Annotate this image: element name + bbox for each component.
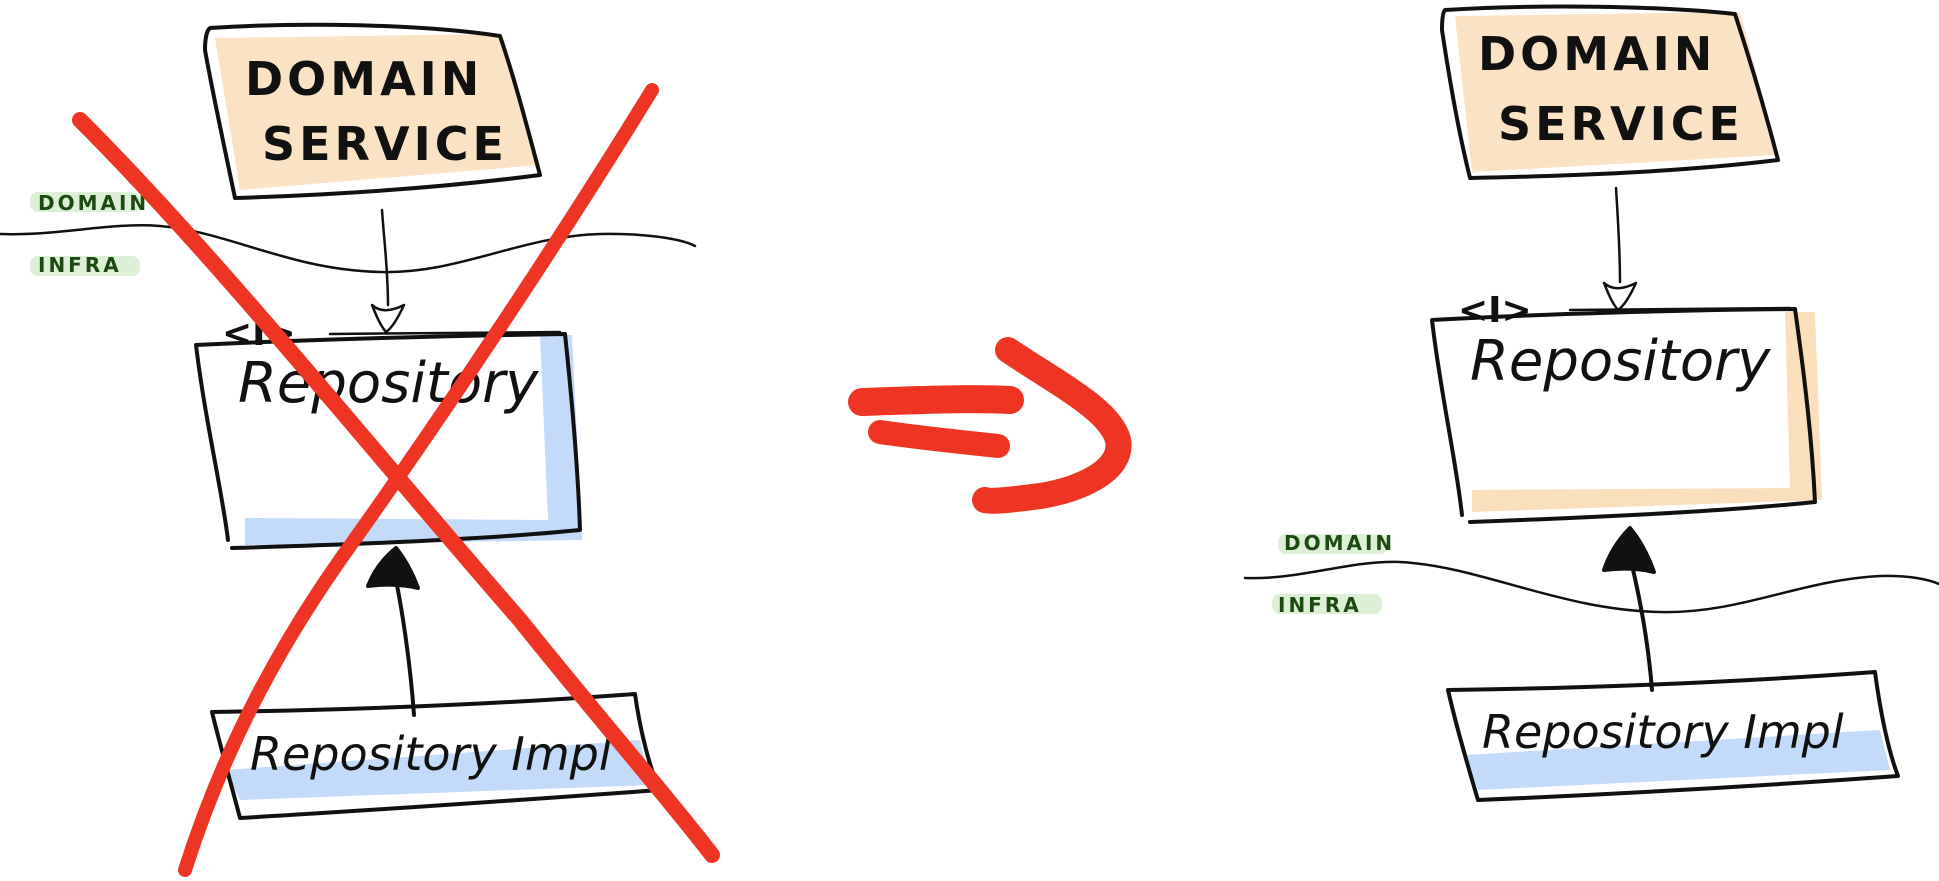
right-realization-line	[1630, 563, 1654, 692]
left-diagram: DOMAIN SERVICE DOMAIN INFRA <I> Reposito…	[0, 22, 720, 877]
left-dependency-line	[380, 208, 390, 307]
left-domain-layer-label: DOMAIN	[38, 191, 149, 215]
right-diagram: DOMAIN SERVICE <I> Repository DOMAIN INF…	[1243, 4, 1939, 802]
right-repository-label: Repository	[1470, 329, 1771, 394]
left-realization-arrowhead	[366, 546, 420, 590]
right-repository-impl-box: Repository Impl	[1446, 670, 1900, 802]
implies-arrow-head	[972, 337, 1132, 514]
right-repository-stereotype: <I>	[1458, 290, 1532, 331]
right-dependency-line	[1614, 186, 1622, 284]
right-dependency-arrowhead	[1602, 281, 1638, 312]
right-realization-arrowhead	[1602, 526, 1656, 574]
right-domain-service-line1: DOMAIN	[1478, 27, 1716, 81]
implies-arrow-top-bar	[848, 385, 1024, 416]
left-repository-box: <I> Repository	[194, 313, 582, 550]
right-domain-service-box: DOMAIN SERVICE	[1440, 4, 1780, 180]
left-domain-service-line1: DOMAIN	[245, 52, 483, 106]
left-infra-layer-label: INFRA	[38, 253, 122, 277]
left-dependency-arrowhead	[370, 303, 406, 334]
right-repository-box: <I> Repository	[1430, 290, 1822, 524]
left-domain-service-box: DOMAIN SERVICE	[203, 22, 542, 200]
right-infra-layer-label: INFRA	[1278, 593, 1362, 617]
left-domain-service-line2: SERVICE	[262, 117, 508, 171]
architecture-sketch: DOMAIN SERVICE DOMAIN INFRA <I> Reposito…	[0, 4, 1939, 877]
right-domain-layer-label: DOMAIN	[1284, 531, 1395, 555]
right-domain-service-line2: SERVICE	[1498, 97, 1744, 151]
right-repository-impl-label: Repository Impl	[1482, 705, 1844, 759]
left-repository-impl-label: Repository Impl	[250, 727, 612, 781]
left-repository-label: Repository	[238, 351, 539, 416]
implies-arrow-icon	[848, 337, 1132, 514]
left-realization-line	[394, 578, 416, 717]
implies-arrow-bottom-bar	[868, 420, 1010, 458]
